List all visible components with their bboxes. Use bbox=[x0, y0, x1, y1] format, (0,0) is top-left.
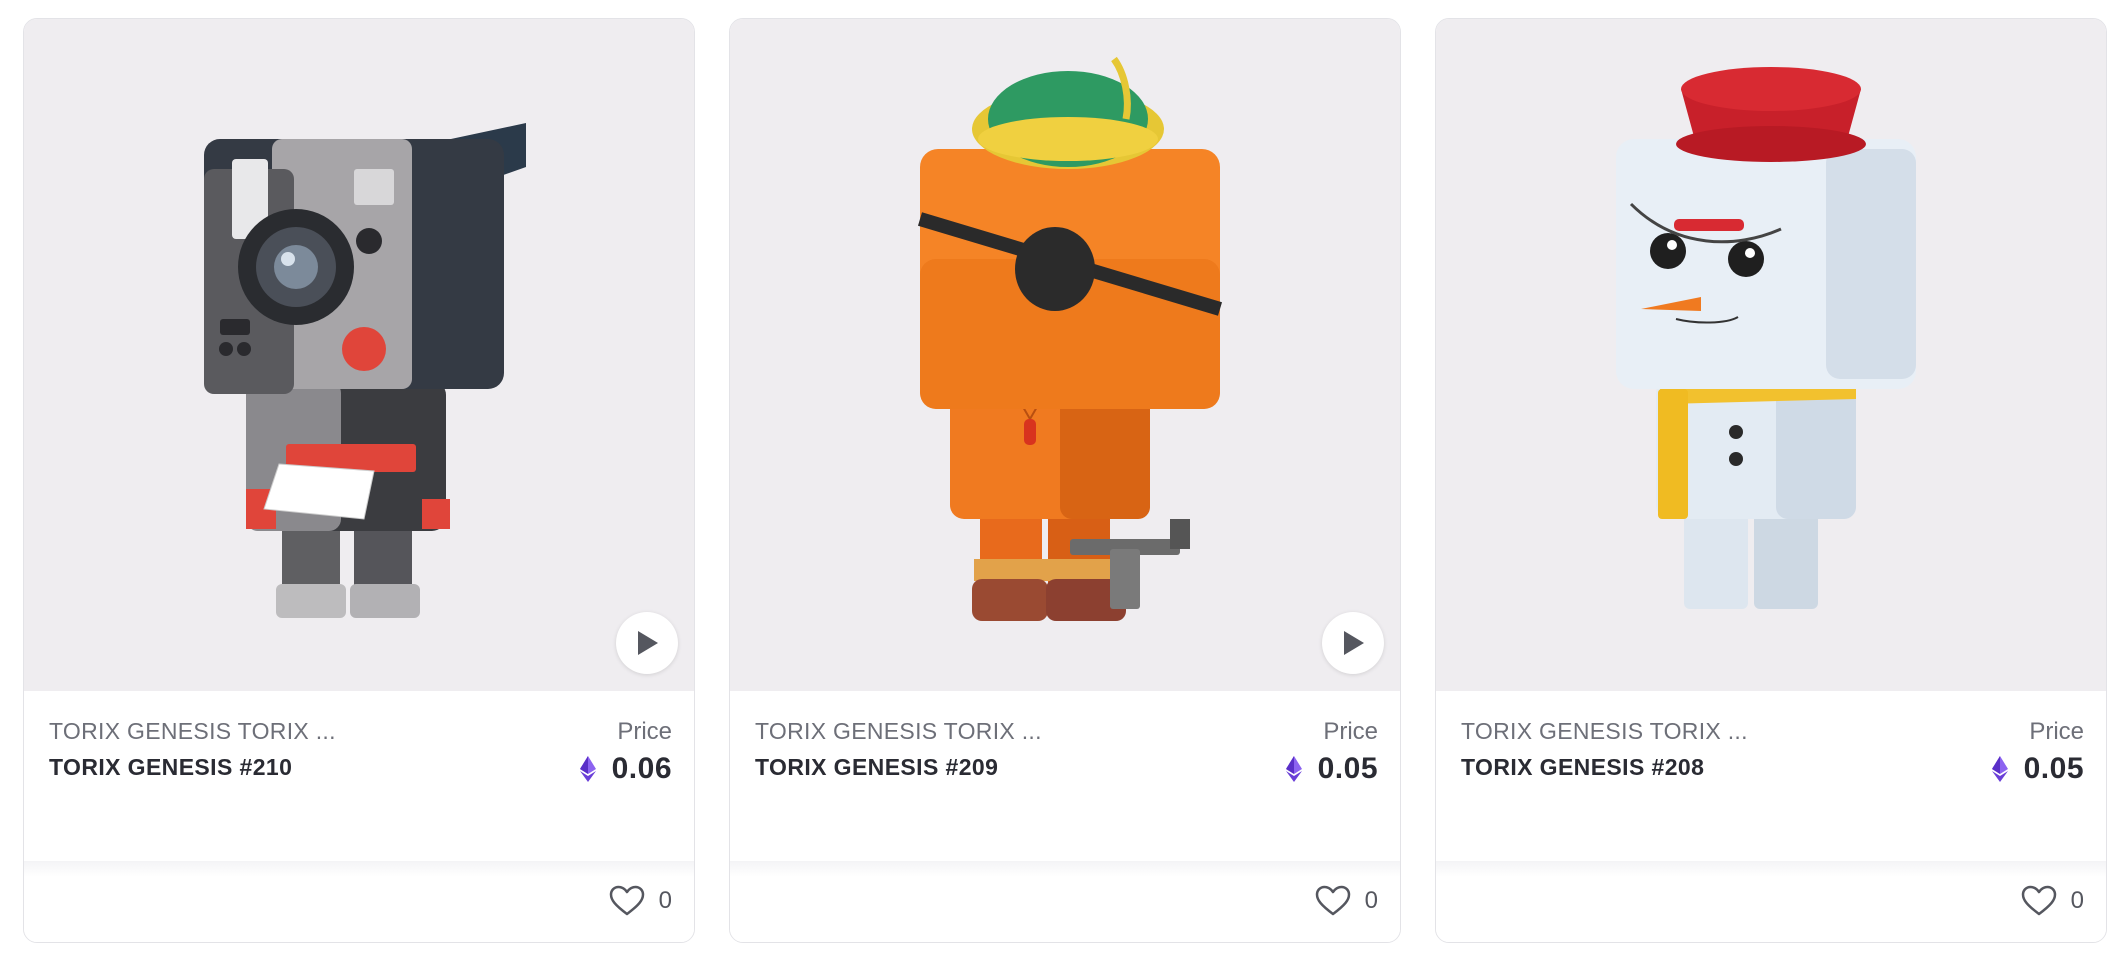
ethereum-icon bbox=[1991, 756, 2008, 782]
price-value: 0.05 bbox=[1317, 752, 1378, 785]
price: 0.05 bbox=[1991, 752, 2084, 786]
token-name[interactable]: TORIX GENESIS #208 bbox=[1461, 754, 1704, 781]
play-icon bbox=[638, 631, 658, 655]
token-name[interactable]: TORIX GENESIS #210 bbox=[49, 754, 292, 781]
nft-card-grid: TORIX GENESIS TORIX ... TORIX GENESIS #2… bbox=[0, 0, 2126, 968]
play-button[interactable] bbox=[616, 612, 678, 674]
nft-card[interactable]: TORIX GENESIS TORIX ... TORIX GENESIS #2… bbox=[23, 18, 695, 943]
nft-media[interactable] bbox=[1436, 19, 2106, 691]
token-name[interactable]: TORIX GENESIS #209 bbox=[755, 754, 998, 781]
play-button[interactable] bbox=[1322, 612, 1384, 674]
price-label: Price bbox=[1323, 718, 1378, 745]
collection-name[interactable]: TORIX GENESIS TORIX ... bbox=[755, 718, 1135, 745]
like-count: 0 bbox=[2070, 887, 2084, 914]
snowman-figure-image bbox=[1616, 67, 1916, 609]
play-icon bbox=[1344, 631, 1364, 655]
card-info: TORIX GENESIS TORIX ... TORIX GENESIS #2… bbox=[730, 691, 1400, 861]
like-button[interactable]: 0 bbox=[1315, 885, 1378, 917]
camera-robot-figure-image bbox=[204, 123, 526, 618]
price: 0.05 bbox=[1285, 752, 1378, 786]
card-footer: 0 bbox=[1436, 861, 2106, 942]
collection-name[interactable]: TORIX GENESIS TORIX ... bbox=[1461, 718, 1841, 745]
nft-media[interactable] bbox=[24, 19, 694, 691]
price-label: Price bbox=[2029, 718, 2084, 745]
card-info: TORIX GENESIS TORIX ... TORIX GENESIS #2… bbox=[1436, 691, 2106, 861]
heart-icon bbox=[609, 885, 644, 916]
card-info: TORIX GENESIS TORIX ... TORIX GENESIS #2… bbox=[24, 691, 694, 861]
nft-media[interactable] bbox=[730, 19, 1400, 691]
ethereum-icon bbox=[579, 756, 596, 782]
ethereum-icon bbox=[1285, 756, 1302, 782]
price: 0.06 bbox=[579, 752, 672, 786]
collection-name[interactable]: TORIX GENESIS TORIX ... bbox=[49, 718, 429, 745]
like-count: 0 bbox=[658, 887, 672, 914]
card-footer: 0 bbox=[730, 861, 1400, 942]
price-value: 0.06 bbox=[611, 752, 672, 785]
nft-card[interactable]: TORIX GENESIS TORIX ... TORIX GENESIS #2… bbox=[1435, 18, 2107, 943]
orange-pirate-figure-image bbox=[917, 56, 1223, 621]
like-button[interactable]: 0 bbox=[609, 885, 672, 917]
card-footer: 0 bbox=[24, 861, 694, 942]
price-value: 0.05 bbox=[2023, 752, 2084, 785]
heart-icon bbox=[1315, 885, 1350, 916]
nft-card[interactable]: TORIX GENESIS TORIX ... TORIX GENESIS #2… bbox=[729, 18, 1401, 943]
heart-icon bbox=[2021, 885, 2056, 916]
like-count: 0 bbox=[1364, 887, 1378, 914]
like-button[interactable]: 0 bbox=[2021, 885, 2084, 917]
price-label: Price bbox=[617, 718, 672, 745]
